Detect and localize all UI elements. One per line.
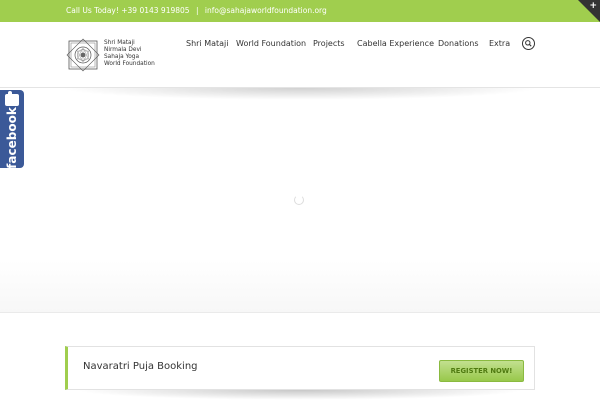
page: Call Us Today! +39 0143 919805 | info@sa… (0, 0, 600, 400)
thumbs-up-icon (5, 91, 19, 106)
plus-icon[interactable]: + (589, 1, 597, 11)
nav-item-world-foundation[interactable]: World Foundation (236, 39, 306, 48)
logo-line: Nirmala Devi (104, 47, 142, 53)
contact-separator: | (195, 6, 199, 15)
contact-info: Call Us Today! +39 0143 919805 | info@sa… (66, 6, 327, 15)
yantra-logo-icon (66, 38, 100, 72)
register-now-button[interactable]: REGISTER NOW! (439, 360, 524, 382)
site-header: Shri Mataji Nirmala Devi Sahaja Yoga Wor… (0, 22, 600, 88)
phone-text: Call Us Today! +39 0143 919805 (66, 6, 190, 15)
search-icon (525, 40, 532, 47)
logo-line: Shri Mataji (104, 40, 135, 46)
facebook-label-wrap: facebook (3, 107, 21, 169)
nav-item-projects[interactable]: Projects (313, 39, 345, 48)
search-button[interactable] (522, 37, 535, 50)
logo-line: Sahaja Yoga (104, 54, 140, 60)
loading-spinner-icon (294, 195, 304, 205)
booking-shadow (75, 390, 525, 400)
nav-item-donations[interactable]: Donations (438, 39, 479, 48)
booking-title: Navaratri Puja Booking (83, 361, 198, 372)
facebook-label: facebook (5, 107, 20, 169)
booking-callout: Navaratri Puja Booking REGISTER NOW! (65, 346, 535, 390)
slider-area (0, 260, 600, 312)
logo-line: World Foundation (104, 61, 155, 67)
nav-item-shri-mataji[interactable]: Shri Mataji (186, 39, 229, 48)
top-bar: Call Us Today! +39 0143 919805 | info@sa… (0, 0, 600, 22)
header-shadow (60, 88, 540, 100)
nav-item-extra[interactable]: Extra (489, 39, 510, 48)
site-logo[interactable]: Shri Mataji Nirmala Devi Sahaja Yoga Wor… (66, 38, 166, 72)
logo-text: Shri Mataji Nirmala Devi Sahaja Yoga Wor… (104, 40, 155, 68)
section-divider (0, 312, 600, 313)
facebook-tab[interactable]: facebook (0, 90, 24, 169)
email-link[interactable]: info@sahajaworldfoundation.org (205, 6, 327, 15)
nav-item-cabella-experience[interactable]: Cabella Experience (357, 39, 434, 48)
